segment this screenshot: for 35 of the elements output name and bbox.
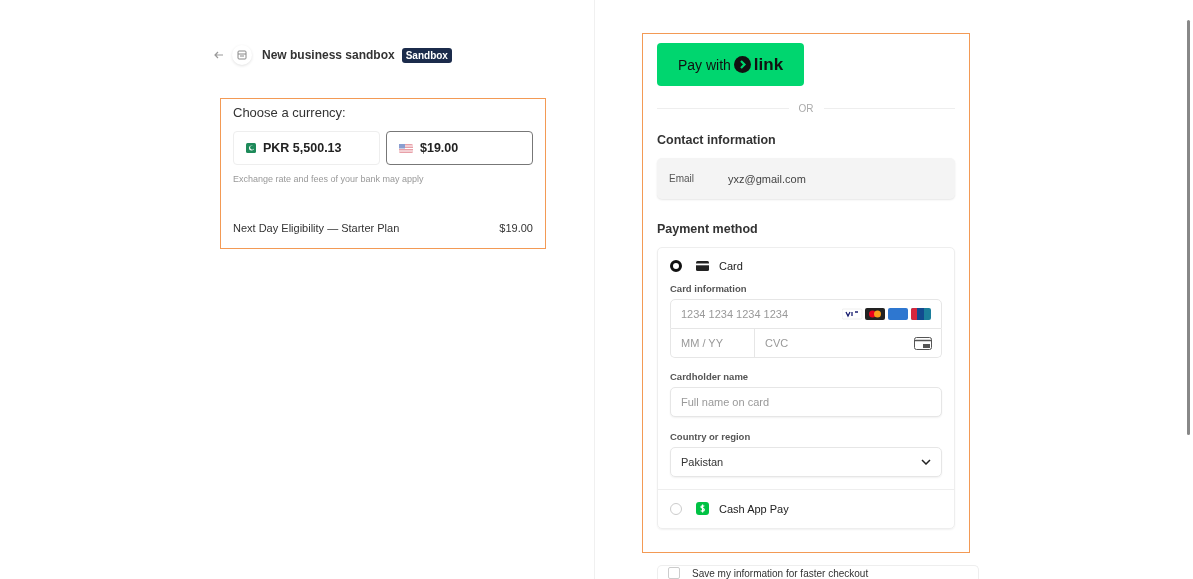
payment-method-label[interactable]: Cash App Pay [719,502,789,515]
cvc-card-icon [914,337,932,350]
save-info-label: Save my information for faster checkout [692,567,869,579]
card-info-label: Card information [670,283,748,294]
email-field[interactable]: Email yxz@gmail.com [657,158,955,199]
item-name: Next Day Eligibility — Starter Plan [233,222,400,234]
dollar-app-icon [696,502,709,515]
currency-option[interactable]: $19.00 [386,131,533,165]
flag-icon [246,143,256,153]
exchange-note: Exchange rate and fees of your bank may apply [233,174,425,184]
card-number-field[interactable]: 1234 1234 1234 1234 [670,299,942,329]
payment-heading: Payment method [657,222,759,236]
payment-method-label[interactable]: Card [719,260,743,272]
chevron-down-icon [921,459,931,465]
currency-title: Choose a currency: [233,105,347,120]
radio-button[interactable] [670,260,682,272]
expiry-field[interactable]: MM / YY [670,329,755,358]
pay-with-link-button[interactable]: Pay with link [657,43,804,86]
flag-icon [399,143,413,153]
cardholder-name-field[interactable]: Full name on card [670,387,942,417]
country-label: Country or region [670,431,752,442]
card-icon [696,261,709,271]
business-name: New business sandbox [262,48,395,62]
contact-heading: Contact information [657,133,777,147]
checkbox[interactable] [668,567,680,579]
cardholder-label: Cardholder name [670,371,750,382]
currency-option[interactable]: PKR 5,500.13 [233,131,380,165]
cvc-field[interactable]: CVC [755,329,942,358]
sandbox-badge: Sandbox [401,47,452,63]
chevron-circle-icon [733,56,751,73]
item-price: $19.00 [499,222,533,234]
country-select[interactable]: Pakistan [670,447,942,477]
back-arrow-icon[interactable] [214,50,224,60]
scrollbar-thumb[interactable] [1187,20,1190,435]
or-divider-label: OR [798,103,814,114]
